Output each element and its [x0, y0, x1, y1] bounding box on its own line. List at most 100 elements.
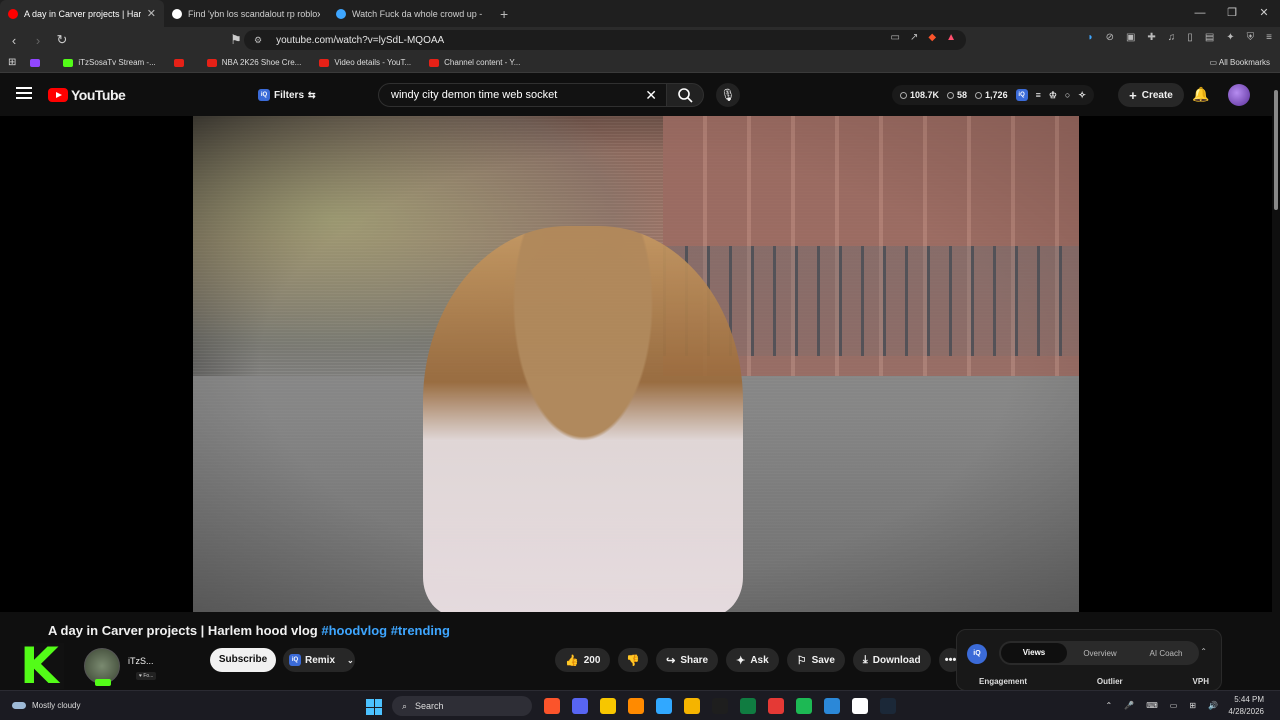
tab-overview[interactable]: Overview — [1067, 649, 1133, 658]
list-icon[interactable]: ≡ — [1036, 90, 1041, 100]
guide-menu-icon[interactable] — [16, 87, 32, 99]
taskbar-app-icon[interactable] — [796, 698, 812, 714]
follow-chip[interactable]: ♥ Fo... — [136, 672, 157, 680]
weather-widget[interactable]: Mostly cloudy — [12, 701, 80, 710]
extension-icon[interactable]: ▣ — [1126, 32, 1135, 43]
taskbar-app-icon[interactable] — [656, 698, 672, 714]
vpn-icon[interactable]: ⛨ — [1247, 32, 1255, 43]
filters-button[interactable]: iQ Filters ⇆ — [258, 85, 316, 105]
collapse-icon[interactable]: ⌃ — [1200, 647, 1207, 656]
browser-tab-bar: A day in Carver projects | Harlem ✕ Find… — [0, 0, 1280, 27]
chevron-up-icon[interactable]: ⌃ — [1106, 701, 1113, 710]
taskbar-app-icon[interactable] — [684, 698, 700, 714]
extension-icon[interactable]: ◗ — [1088, 32, 1094, 43]
site-info-icon[interactable]: ⚙ — [254, 35, 262, 46]
account-avatar[interactable] — [1228, 84, 1250, 106]
chat-icon[interactable]: ○ — [1065, 90, 1070, 100]
video-frame[interactable] — [193, 116, 1079, 612]
taskbar-app-icon[interactable] — [824, 698, 840, 714]
volume-icon[interactable]: 🔊 — [1208, 701, 1218, 710]
hashtag-link[interactable]: #trending — [391, 623, 450, 638]
remix-button[interactable]: iQ Remix ⌄ — [283, 648, 355, 672]
start-button-icon[interactable] — [366, 699, 382, 715]
back-icon[interactable]: ‹ — [4, 33, 24, 48]
bookmark-kick[interactable]: iTzSosaTv Stream -... — [63, 58, 156, 67]
menu-icon[interactable]: ≡ — [1266, 32, 1272, 43]
clear-search-icon[interactable]: ✕ — [645, 87, 657, 104]
taskbar-app-icon[interactable] — [852, 698, 868, 714]
display-icon[interactable]: ▭ — [1170, 701, 1178, 710]
microphone-icon[interactable]: 🎤 — [1124, 701, 1134, 710]
scrollbar-thumb[interactable] — [1274, 90, 1278, 210]
taskbar-search[interactable]: ⌕ Search — [392, 696, 532, 716]
ask-button[interactable]: ✦ Ask — [726, 648, 779, 672]
taskbar-clock[interactable]: 5:44 PM 4/28/2026 — [1228, 694, 1264, 718]
notifications-bell-icon[interactable]: 🔔 — [1192, 86, 1209, 103]
tab-youtube-video[interactable]: A day in Carver projects | Harlem ✕ — [0, 0, 164, 27]
tab-views[interactable]: Views — [1001, 643, 1067, 663]
cast-icon[interactable]: ▭ — [891, 32, 900, 43]
maximize-icon[interactable]: ❐ — [1216, 0, 1248, 27]
bookmark-page-icon[interactable]: ⚑ — [226, 32, 246, 48]
dislike-button[interactable]: 👎 — [618, 648, 649, 672]
bookmark-channel-content[interactable]: Channel content - Y... — [429, 58, 520, 67]
download-button[interactable]: ⤓ Download — [852, 648, 931, 672]
reload-icon[interactable]: ↻ — [52, 32, 72, 48]
share-button[interactable]: ↪ Share — [656, 648, 719, 672]
media-icon[interactable]: ♫ — [1168, 32, 1176, 43]
taskbar-app-icon[interactable] — [572, 698, 588, 714]
url-bar[interactable]: ⚙ youtube.com/watch?v=lySdL-MQOAA ▭ ↗ ◆ … — [244, 30, 966, 50]
sidebar-icon[interactable]: ▯ — [1187, 32, 1193, 43]
subscribe-button[interactable]: Subscribe — [210, 648, 276, 672]
brave-rewards-icon[interactable]: ▲ — [946, 32, 956, 43]
close-tab-icon[interactable]: ✕ — [147, 7, 156, 20]
wallet-icon[interactable]: ▤ — [1205, 32, 1214, 43]
vidiq-icon: iQ — [289, 654, 301, 666]
new-tab-button[interactable]: + — [492, 6, 516, 22]
vidiq-columns: Engagement Outlier VPH — [979, 677, 1209, 686]
channel-avatar[interactable] — [84, 648, 120, 686]
share-page-icon[interactable]: ↗ — [910, 32, 918, 43]
page-scrollbar[interactable] — [1272, 86, 1280, 686]
like-button[interactable]: 👍 200 — [555, 648, 611, 672]
network-icon[interactable]: ⊞ — [1189, 701, 1196, 710]
taskbar-app-icon[interactable] — [712, 698, 728, 714]
voice-search-icon[interactable]: 🎙 — [716, 83, 740, 107]
taskbar-app-icon[interactable] — [544, 698, 560, 714]
extension-icon[interactable]: ⊘ — [1106, 32, 1114, 43]
trophy-icon[interactable]: ♔ — [1049, 90, 1057, 101]
leo-ai-icon[interactable]: ✦ — [1226, 32, 1234, 43]
taskbar-app-icon[interactable] — [628, 698, 644, 714]
all-bookmarks[interactable]: ▭ All Bookmarks — [1210, 58, 1270, 67]
forward-icon[interactable]: › — [28, 33, 48, 48]
bookmark-nba2k[interactable]: NBA 2K26 Shoe Cre... — [206, 58, 301, 67]
vidiq-icon[interactable]: iQ — [1015, 89, 1028, 101]
twitch-icon — [30, 58, 41, 67]
bookmark-twitch[interactable] — [30, 58, 45, 67]
hashtag-link[interactable]: #hoodvlog — [321, 623, 387, 638]
create-button[interactable]: + Create — [1118, 83, 1184, 107]
keyboard-icon[interactable]: ⌨ — [1146, 701, 1158, 710]
extensions-puzzle-icon[interactable]: ✚ — [1147, 32, 1155, 43]
apps-grid-icon[interactable]: ⊞ — [8, 57, 16, 68]
bookmark-youtube[interactable] — [173, 58, 189, 67]
channel-name[interactable]: iTzS... — [128, 656, 154, 666]
tab-watch[interactable]: Watch Fuck da whole crowd up - @T — [328, 0, 492, 27]
search-button[interactable] — [666, 83, 704, 107]
minimize-icon[interactable]: — — [1184, 0, 1216, 27]
video-player[interactable] — [0, 116, 1272, 612]
taskbar-app-icon[interactable] — [768, 698, 784, 714]
taskbar-app-icon[interactable] — [600, 698, 616, 714]
taskbar-app-icon[interactable] — [740, 698, 756, 714]
like-count: 200 — [583, 654, 601, 666]
close-window-icon[interactable]: ✕ — [1248, 0, 1280, 27]
tab-ai-coach[interactable]: AI Coach — [1133, 649, 1199, 658]
search-input[interactable] — [391, 89, 631, 101]
save-button[interactable]: ⚐ Save — [786, 648, 845, 672]
tab-tiktok[interactable]: Find 'ybn los scandalout rp roblox' o — [164, 0, 328, 27]
sparkle-icon[interactable]: ✧ — [1078, 90, 1086, 101]
bookmark-video-details[interactable]: Video details - YouT... — [319, 58, 411, 67]
youtube-logo[interactable]: YouTube — [48, 87, 126, 103]
brave-shield-icon[interactable]: ◆ — [928, 32, 936, 43]
taskbar-app-icon[interactable] — [880, 698, 896, 714]
